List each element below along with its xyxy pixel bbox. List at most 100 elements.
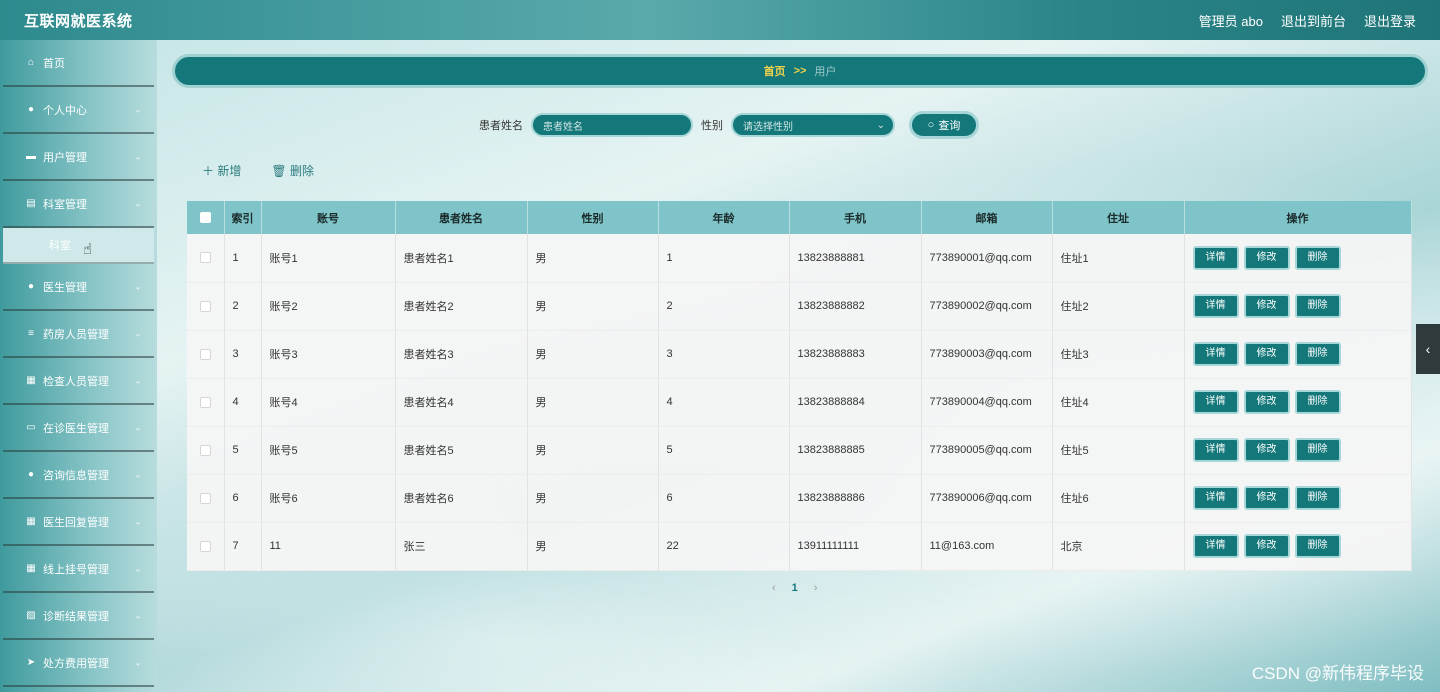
row-checkbox[interactable] — [187, 282, 225, 331]
delete-row-button[interactable]: 删除 — [1294, 294, 1341, 318]
gender-select[interactable]: 请选择性别 ⌄ — [731, 113, 895, 137]
detail-button[interactable]: 详情 — [1192, 245, 1239, 270]
detail-button[interactable]: 详情 — [1192, 438, 1239, 462]
table-cell: 账号5 — [261, 426, 396, 475]
delete-button[interactable]: 🗑 删除 — [271, 162, 314, 179]
chevron-down-icon: ⌄ — [133, 198, 142, 209]
detail-button[interactable]: 详情 — [1192, 390, 1239, 414]
detail-button[interactable]: 详情 — [1192, 486, 1239, 510]
delete-row-button[interactable]: 删除 — [1294, 245, 1341, 270]
column-header: 手机 — [789, 201, 922, 234]
table-cell: 13823888881 — [789, 234, 922, 283]
edit-button[interactable]: 修改 — [1243, 342, 1290, 366]
delete-row-button[interactable]: 删除 — [1294, 486, 1341, 510]
detail-button[interactable]: 详情 — [1192, 342, 1239, 366]
sidebar-item-label: 处方费用管理 — [43, 657, 109, 670]
sidebar-item[interactable]: ▦ 医生回复管理 ⌄ — [3, 499, 154, 546]
table-row: 1 账号1 患者姓名1 男 1 13823888881 773890001@qq.com 住址… — [187, 234, 1412, 283]
sidebar-item[interactable]: ▨ 诊断结果管理 ⌄ — [3, 593, 154, 640]
chevron-down-icon: ⌄ — [133, 375, 142, 386]
breadcrumb-home[interactable]: 首页 — [764, 63, 786, 79]
table-cell: 男 — [527, 234, 659, 283]
table-cell: 13911111111 — [789, 522, 922, 571]
top-actions: 管理员 abo 退出到前台 退出登录 — [1199, 11, 1416, 30]
add-button[interactable]: ＋ 新增 — [202, 162, 241, 179]
row-checkbox[interactable] — [187, 426, 225, 475]
edit-button[interactable]: 修改 — [1243, 294, 1290, 318]
printer-icon: ▭ — [26, 422, 36, 433]
edit-button[interactable]: 修改 — [1243, 534, 1290, 558]
table-cell: 1 — [658, 234, 790, 283]
row-checkbox[interactable] — [187, 378, 225, 427]
chevron-left-icon: ‹ — [1425, 341, 1431, 357]
sidebar-item-label: 科室管理 — [43, 198, 87, 211]
table-cell: 13823888886 — [789, 474, 922, 523]
sidebar-item[interactable]: ▦ 检查人员管理 ⌄ — [3, 358, 154, 405]
edit-button[interactable]: 修改 — [1243, 486, 1290, 510]
table-cell: 账号2 — [261, 282, 396, 331]
sidebar-item[interactable]: ▦ 线上挂号管理 ⌄ — [3, 546, 154, 593]
user-icon: ● — [27, 469, 35, 480]
search-button[interactable]: ○ 查询 — [909, 111, 979, 139]
table-cell: 773890004@qq.com — [921, 378, 1053, 427]
watermark: CSDN @新伟程序毕设 — [1251, 664, 1424, 683]
collapse-panel-button[interactable]: ‹ — [1416, 324, 1440, 374]
column-header: 住址 — [1052, 201, 1185, 234]
patient-name-input[interactable]: 患者姓名 — [531, 113, 693, 137]
prev-page-button[interactable]: ‹ — [772, 582, 776, 594]
sidebar-item[interactable]: ≡ 药房人员管理 ⌄ — [3, 311, 154, 358]
sidebar-subitem-department[interactable]: 科室 ☝ — [3, 228, 154, 264]
table-cell: 男 — [527, 474, 659, 523]
delete-row-button[interactable]: 删除 — [1294, 534, 1341, 558]
chevron-down-icon: ⌄ — [133, 610, 142, 621]
edit-button[interactable]: 修改 — [1243, 438, 1290, 462]
sidebar-item[interactable]: ▤ 科室管理 ⌄ — [3, 181, 154, 228]
sidebar-item[interactable]: ● 医生管理 ⌄ — [3, 264, 154, 311]
chevron-down-icon: ⌄ — [133, 657, 142, 668]
edit-button[interactable]: 修改 — [1243, 390, 1290, 414]
sidebar-item-label: 用户管理 — [43, 151, 87, 164]
table-cell: 6 — [658, 474, 790, 523]
table-cell: 患者姓名6 — [395, 474, 528, 523]
table-cell: 6 — [224, 474, 262, 523]
table-header-row: 索引 账号 患者姓名 性别 年龄 手机 邮箱 住址 操作 — [187, 201, 1412, 234]
edit-button[interactable]: 修改 — [1243, 245, 1290, 270]
search-bar: 患者姓名 患者姓名 性别 请选择性别 ⌄ ○ 查询 — [0, 111, 1440, 139]
table-cell: 13823888882 — [789, 282, 922, 331]
chevron-down-icon: ⌄ — [133, 422, 142, 433]
sidebar-item[interactable]: ▭ 在诊医生管理 ⌄ — [3, 405, 154, 452]
delete-row-button[interactable]: 删除 — [1294, 342, 1341, 366]
table-cell: 4 — [658, 378, 790, 427]
sidebar-item[interactable]: ⌂ 首页 — [3, 40, 154, 87]
page-number[interactable]: 1 — [792, 582, 798, 594]
detail-button[interactable]: 详情 — [1192, 534, 1239, 558]
row-checkbox[interactable] — [187, 474, 225, 523]
sidebar-item[interactable]: ● 咨询信息管理 ⌄ — [3, 452, 154, 499]
delete-row-button[interactable]: 删除 — [1294, 438, 1341, 462]
select-all-checkbox[interactable] — [187, 201, 225, 234]
next-page-button[interactable]: › — [814, 582, 818, 594]
table-cell: 男 — [527, 378, 659, 427]
table-cell: 7 — [224, 522, 262, 571]
trash-icon: 🗑 — [271, 164, 287, 178]
logout-link[interactable]: 退出登录 — [1364, 11, 1416, 30]
row-actions: 详情 修改 删除 — [1184, 426, 1412, 475]
hand-cursor-icon: ☝ — [83, 241, 93, 258]
sidebar-item[interactable]: ▬ 用户管理 ⌄ — [3, 134, 154, 181]
sidebar-item-label: 医生回复管理 — [43, 516, 109, 529]
detail-button[interactable]: 详情 — [1192, 294, 1239, 318]
sidebar-item-label: 药房人员管理 — [43, 328, 109, 341]
row-checkbox[interactable] — [187, 330, 225, 379]
table-cell: 男 — [527, 522, 659, 571]
table-cell: 3 — [658, 330, 790, 379]
delete-row-button[interactable]: 删除 — [1294, 390, 1341, 414]
column-header: 索引 — [224, 201, 262, 234]
grid-icon: ▦ — [26, 375, 36, 386]
table-cell: 2 — [224, 282, 262, 331]
row-checkbox[interactable] — [187, 234, 225, 283]
exit-to-frontend-link[interactable]: 退出到前台 — [1281, 11, 1346, 30]
table-cell: 773890001@qq.com — [921, 234, 1053, 283]
row-checkbox[interactable] — [187, 522, 225, 571]
sidebar-item[interactable]: ➤ 处方费用管理 ⌄ — [3, 640, 154, 687]
top-bar: 互联网就医系统 管理员 abo 退出到前台 退出登录 — [0, 0, 1440, 40]
